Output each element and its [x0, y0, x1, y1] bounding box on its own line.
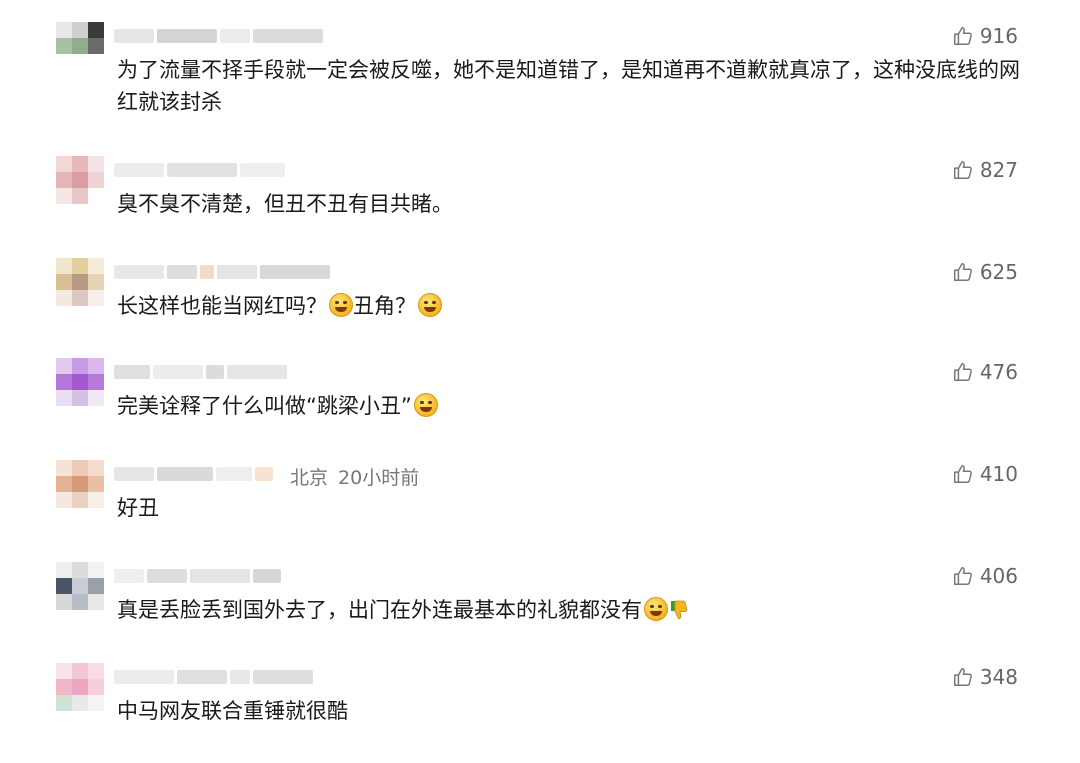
thumbs-up-icon [953, 27, 972, 45]
comment-text: 中马网友联合重锤就很酷 [117, 699, 348, 723]
comment-text-part: 完美诠释了什么叫做“跳梁小丑” [117, 394, 412, 418]
comment-item: 916 为了流量不择手段就一定会被反噬，她不是知道错了，是知道再不道歉就真凉了，… [0, 22, 1080, 122]
thumbs-up-icon [953, 161, 972, 179]
comment-item: 625 长这样也能当网红吗？ 丑角？ [0, 258, 1080, 358]
comment-text: 好丑 [117, 496, 159, 520]
like-button[interactable]: 476 [952, 360, 1018, 384]
like-count: 410 [979, 462, 1018, 486]
smile-emoji [413, 393, 438, 417]
comment-text: 真是丢脸丢到国外去了，出门在外连最基本的礼貌都没有 [117, 594, 1027, 626]
avatar[interactable] [56, 156, 104, 204]
username-blurred[interactable] [114, 262, 330, 282]
comment-text-part: 真是丢脸丢到国外去了，出门在外连最基本的礼貌都没有 [117, 598, 642, 622]
laugh-cry-emoji [329, 293, 353, 317]
thumbs-up-icon [953, 668, 972, 686]
comment-item: 406 真是丢脸丢到国外去了，出门在外连最基本的礼貌都没有 [0, 562, 1080, 662]
like-button[interactable]: 625 [952, 260, 1018, 284]
comment-text: 完美诠释了什么叫做“跳梁小丑” [117, 390, 1027, 422]
comment-item: 北京 20小时前 410 好丑 [0, 460, 1080, 560]
username-blurred[interactable] [114, 667, 313, 687]
like-count: 406 [979, 564, 1018, 588]
comment-text-part: 长这样也能当网红吗？ [117, 294, 327, 318]
like-count: 625 [979, 260, 1018, 284]
username-blurred[interactable] [114, 566, 281, 586]
comment-text: 长这样也能当网红吗？ 丑角？ [117, 290, 1027, 322]
thumbs-down-emoji [671, 600, 688, 620]
avatar[interactable] [56, 22, 104, 70]
timestamp: 20小时前 [338, 467, 420, 489]
thumbs-up-icon [953, 567, 972, 585]
avatar[interactable] [56, 663, 104, 711]
like-count: 916 [979, 24, 1018, 48]
like-count: 476 [979, 360, 1018, 384]
like-button[interactable]: 827 [952, 158, 1018, 182]
username-blurred[interactable] [114, 160, 285, 180]
grin-emoji [644, 597, 668, 621]
comment-meta: 北京 20小时前 [290, 463, 419, 490]
thumbs-up-icon [953, 363, 972, 381]
comment-item: 476 完美诠释了什么叫做“跳梁小丑” [0, 358, 1080, 458]
comment-item: 348 中马网友联合重锤就很酷 [0, 663, 1080, 763]
like-button[interactable]: 916 [952, 24, 1018, 48]
avatar[interactable] [56, 460, 104, 508]
thumbs-up-icon [953, 465, 972, 483]
username-blurred[interactable] [114, 464, 282, 484]
laugh-cry-emoji [418, 293, 442, 317]
thumbs-up-icon [953, 263, 972, 281]
avatar[interactable] [56, 562, 104, 610]
avatar[interactable] [56, 258, 104, 306]
comment-text: 臭不臭不清楚，但丑不丑有目共睹。 [117, 192, 453, 216]
like-button[interactable]: 406 [952, 564, 1018, 588]
comment-text-part: 丑角？ [353, 294, 416, 318]
comment-item: 827 臭不臭不清楚，但丑不丑有目共睹。 [0, 156, 1080, 256]
comment-list: 916 为了流量不择手段就一定会被反噬，她不是知道错了，是知道再不道歉就真凉了，… [0, 0, 1080, 745]
like-button[interactable]: 348 [952, 665, 1018, 689]
like-count: 348 [979, 665, 1018, 689]
username-blurred[interactable] [114, 26, 323, 46]
username-blurred[interactable] [114, 362, 287, 382]
comment-text: 为了流量不择手段就一定会被反噬，她不是知道错了，是知道再不道歉就真凉了，这种没底… [117, 58, 1020, 114]
location-label: 北京 [290, 467, 329, 489]
like-button[interactable]: 410 [952, 462, 1018, 486]
avatar[interactable] [56, 358, 104, 406]
like-count: 827 [979, 158, 1018, 182]
